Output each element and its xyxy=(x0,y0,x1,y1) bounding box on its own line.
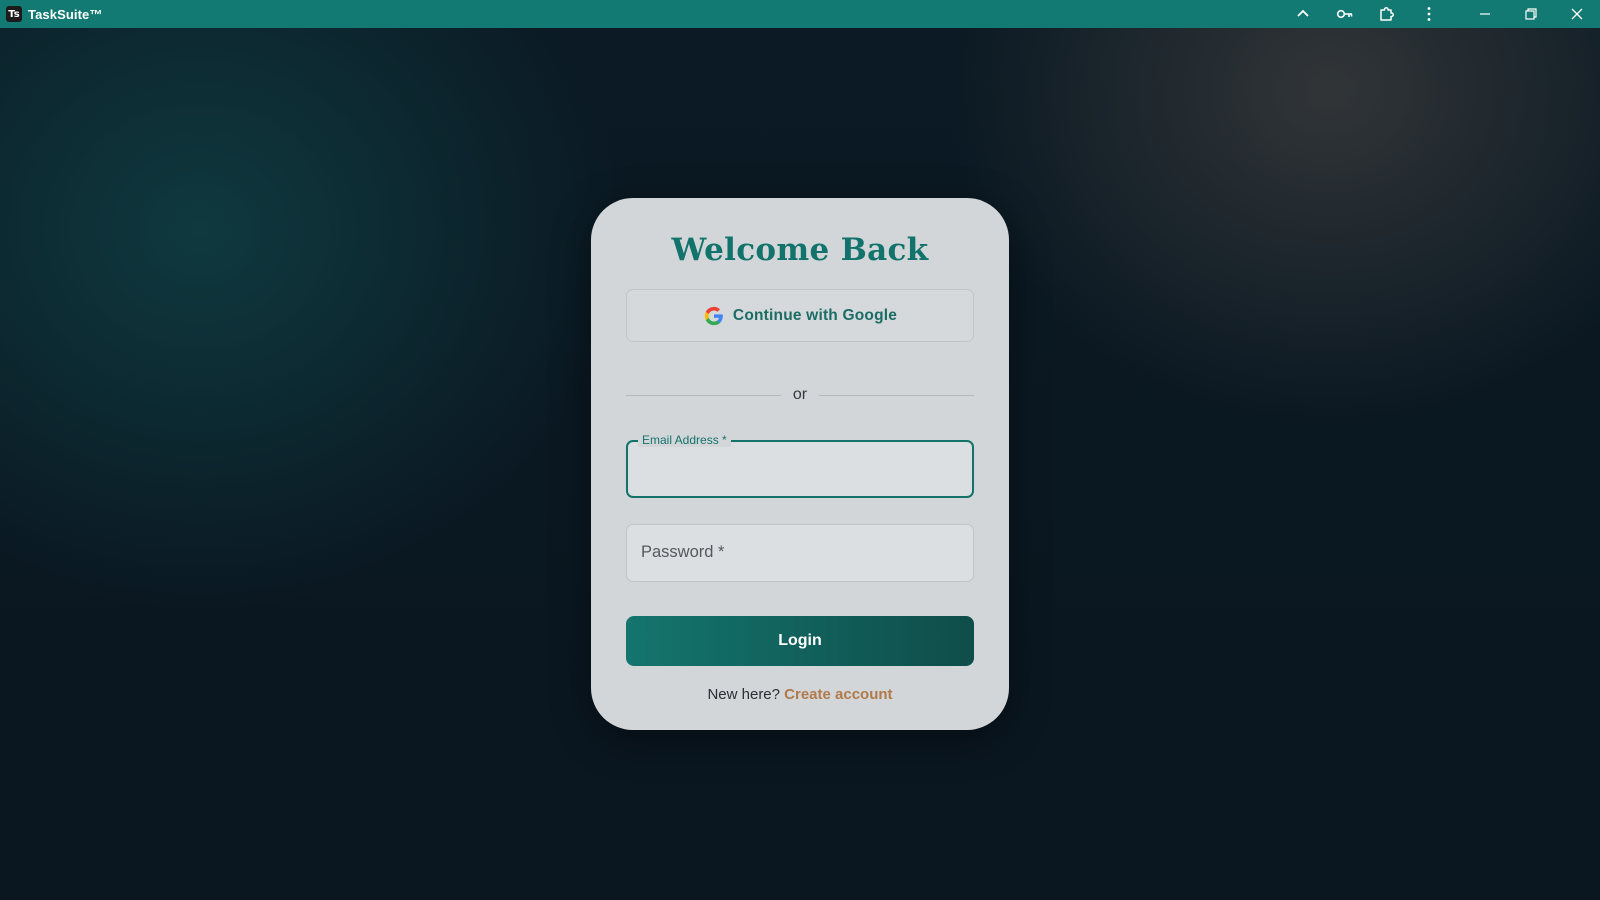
signup-prompt-text: New here? xyxy=(707,686,780,703)
email-input[interactable] xyxy=(628,442,972,496)
or-divider: or xyxy=(626,384,975,406)
app-title: TaskSuite™ xyxy=(28,6,103,22)
password-input[interactable] xyxy=(627,525,973,581)
google-signin-label: Continue with Google xyxy=(732,306,898,324)
password-field xyxy=(626,524,974,582)
create-account-link[interactable]: Create account xyxy=(784,686,892,703)
chevron-up-icon[interactable] xyxy=(1282,0,1324,28)
divider-line-right xyxy=(819,394,975,396)
restore-icon[interactable] xyxy=(1508,0,1554,28)
email-field-label: Email Address * xyxy=(638,433,731,447)
minimize-icon[interactable] xyxy=(1462,0,1508,28)
login-button[interactable]: Login xyxy=(626,616,974,666)
signup-prompt: New here? Create account xyxy=(591,686,1009,703)
login-card: Welcome Back Continue with Google or Ema… xyxy=(591,198,1009,730)
app-logo-icon: Ts xyxy=(6,6,22,22)
key-icon[interactable] xyxy=(1324,0,1366,28)
extension-icon[interactable] xyxy=(1366,0,1408,28)
divider-text: or xyxy=(792,386,808,403)
google-icon xyxy=(704,306,723,325)
titlebar-actions xyxy=(1282,0,1600,28)
more-vert-icon[interactable] xyxy=(1408,0,1450,28)
google-signin-button[interactable]: Continue with Google xyxy=(626,289,974,342)
divider-line-left xyxy=(626,394,781,396)
close-icon[interactable] xyxy=(1554,0,1600,28)
email-field: Email Address * xyxy=(626,433,974,498)
page-title: Welcome Back xyxy=(671,232,929,268)
window-titlebar: Ts TaskSuite™ xyxy=(0,0,1600,28)
